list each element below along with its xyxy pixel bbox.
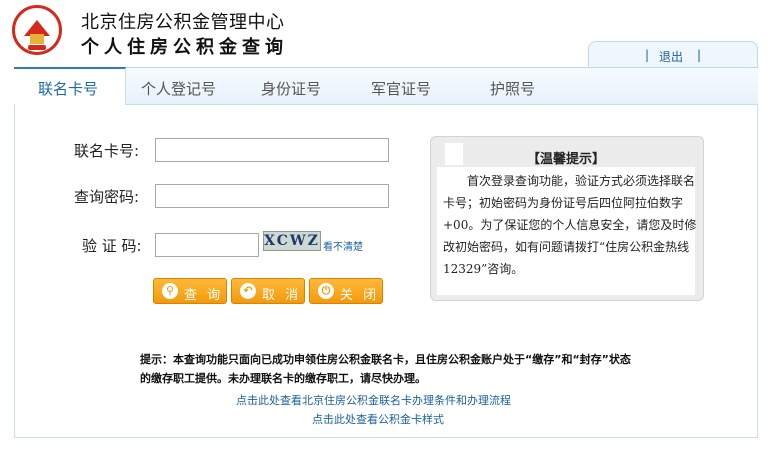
- card-process-link[interactable]: 点击此处查看北京住房公积金联名卡办理条件和办理流程: [236, 392, 511, 408]
- top-nav: | 退出 |: [588, 41, 758, 67]
- header: 北京住房公积金管理中心 个人住房公积金查询 | 退出 |: [0, 0, 777, 67]
- close-button-label: 关 闭: [340, 288, 380, 303]
- undo-icon: ↶: [240, 283, 256, 299]
- tab-id-number[interactable]: 身份证号: [261, 78, 321, 99]
- captcha-image[interactable]: XCWZ: [263, 231, 321, 251]
- tab-officer-id[interactable]: 军官证号: [371, 78, 431, 99]
- close-button[interactable]: ⏻ 关 闭: [309, 278, 383, 304]
- tip-decoration: [445, 143, 463, 165]
- tab-personal-reg-number[interactable]: 个人登记号: [141, 78, 216, 99]
- captcha-input[interactable]: [155, 233, 259, 257]
- notice-text: 提示：本查询功能只面向已成功申领住房公积金联名卡，且住房公积金账户处于“缴存”和…: [140, 353, 631, 385]
- tab-card-number[interactable]: 联名卡号: [38, 78, 98, 99]
- cancel-button-label: 取 消: [262, 288, 302, 303]
- cancel-button[interactable]: ↶ 取 消: [231, 278, 305, 304]
- logo-band-shape: [28, 45, 46, 50]
- tip-title: 【温馨提示】: [527, 152, 606, 167]
- tab-bar: 联名卡号 个人登记号 身份证号 军官证号 护照号: [14, 67, 758, 105]
- system-title: 个人住房公积金查询: [81, 37, 288, 58]
- card-sample-link[interactable]: 点击此处查看公积金卡样式: [312, 411, 444, 427]
- card-number-input[interactable]: [155, 138, 389, 162]
- power-icon: ⏻: [318, 283, 334, 299]
- query-button[interactable]: ⚲ 查 询: [153, 278, 227, 304]
- logo: [12, 5, 62, 55]
- card-number-label: 联名卡号:: [74, 142, 140, 160]
- password-label: 查询密码:: [74, 188, 140, 206]
- search-icon: ⚲: [162, 283, 178, 299]
- logout-link[interactable]: 退出: [659, 48, 683, 65]
- captcha-label: 验 证 码:: [82, 237, 142, 255]
- nav-separator: |: [645, 48, 650, 62]
- refresh-captcha-link[interactable]: 看不清楚: [323, 238, 363, 253]
- tip-text: 首次登录查询功能，验证方式必须选择联名卡号；初始密码为身份证号后四位阿拉伯数字+…: [443, 174, 697, 276]
- query-button-label: 查 询: [184, 288, 224, 303]
- logo-house-shape: [30, 34, 44, 44]
- org-name: 北京住房公积金管理中心: [81, 12, 285, 33]
- tab-passport[interactable]: 护照号: [490, 78, 535, 99]
- password-input[interactable]: [155, 184, 389, 208]
- tip-box: 【温馨提示】 首次登录查询功能，验证方式必须选择联名卡号；初始密码为身份证号后四…: [430, 136, 704, 301]
- nav-separator: |: [697, 48, 702, 62]
